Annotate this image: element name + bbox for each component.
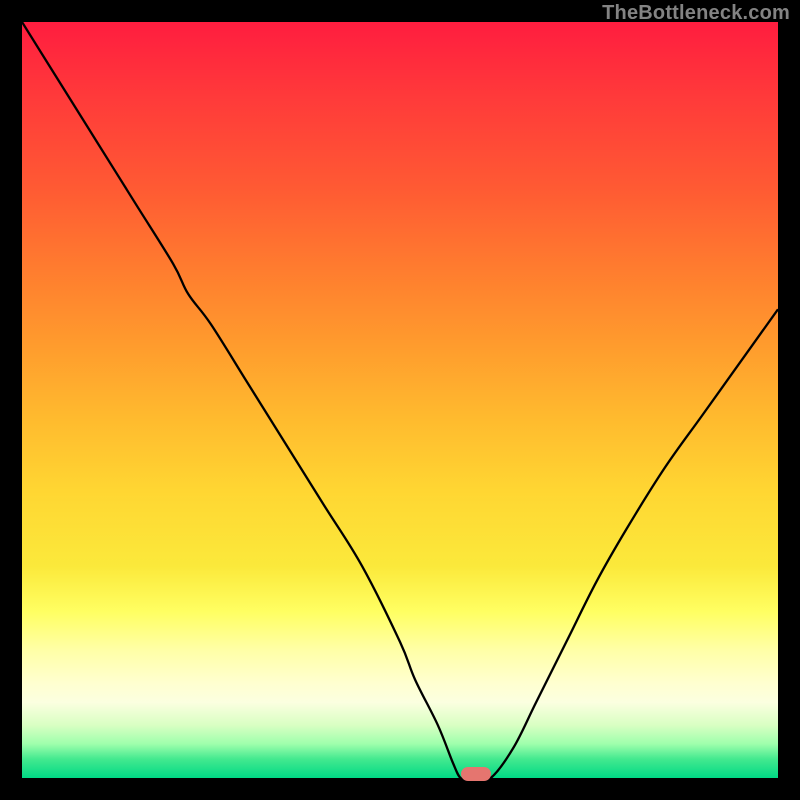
chart-frame: TheBottleneck.com [0,0,800,800]
curve-path [22,22,778,778]
plot-area [22,22,778,778]
optimal-marker [461,767,491,781]
watermark-label: TheBottleneck.com [602,2,790,25]
bottleneck-curve [22,22,778,778]
